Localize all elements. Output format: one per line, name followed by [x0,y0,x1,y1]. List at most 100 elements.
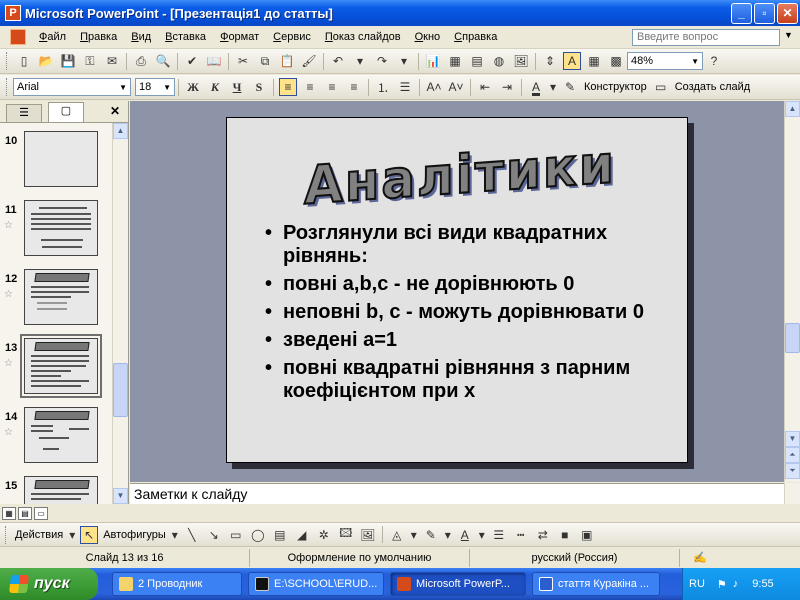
start-button[interactable]: пуск [0,568,98,600]
copy-icon[interactable]: ⧉ [256,52,274,70]
thumbnail-row[interactable]: 11 ☆ [0,200,112,258]
slide-thumbnail[interactable] [24,200,98,256]
shadow-style-icon[interactable]: ■ [556,526,574,544]
align-left-icon[interactable]: ≡ [279,78,297,96]
chevron-down-icon[interactable]: ▼ [163,83,171,92]
insert-diagram-icon[interactable]: ◍ [490,52,508,70]
scroll-thumb[interactable] [785,323,800,353]
slide-scrollbar[interactable]: ▲ ▼ ⏶ ⏷ [784,101,800,482]
shadow-button[interactable]: S [250,78,268,96]
previous-slide-icon[interactable]: ⏶ [785,447,800,463]
slide-thumbnail[interactable] [24,269,98,325]
insert-table-icon[interactable]: ▦ [446,52,464,70]
show-formatting-icon[interactable]: A [563,52,581,70]
cut-icon[interactable]: ✂ [234,52,252,70]
normal-view-icon[interactable]: ▦ [2,506,16,520]
network-icon[interactable]: ⚑ [717,578,727,591]
current-slide[interactable]: Аналітики Розглянули всі види квадратних… [226,117,688,463]
slide-sorter-view-icon[interactable]: ▤ [18,506,32,520]
thumbnail-row[interactable]: 10 [0,131,112,189]
redo-dropdown-icon[interactable]: ▾ [395,52,413,70]
oval-icon[interactable]: ◯ [249,526,267,544]
menu-edit[interactable]: Правка [73,29,124,45]
menu-window[interactable]: Окно [408,29,448,45]
redo-icon[interactable]: ↷ [373,52,391,70]
slide-thumbnail[interactable] [24,407,98,463]
wordart-icon[interactable]: ◢ [293,526,311,544]
arrow-icon[interactable]: ↘ [205,526,223,544]
chevron-down-icon[interactable]: ▾ [444,526,452,544]
bullets-icon[interactable]: ☰ [396,78,414,96]
font-color-icon[interactable]: A [527,78,545,96]
toolbar-grip[interactable] [5,525,8,544]
clipart-icon[interactable]: 🖾 [337,526,355,544]
language-indicator[interactable]: RU [689,578,705,590]
chevron-down-icon[interactable]: ▼ [691,57,699,66]
clock[interactable]: 9:55 [752,578,773,590]
scroll-thumb[interactable] [113,363,128,417]
taskbar-item-explorer[interactable]: 2 Проводник [112,572,242,596]
taskbar-item-powerpoint[interactable]: Microsoft PowerP... [390,572,526,596]
slide-thumbnail-selected[interactable] [20,334,102,398]
chevron-down-icon[interactable]: ▾ [171,526,179,544]
3d-style-icon[interactable]: ▣ [578,526,596,544]
next-slide-icon[interactable]: ⏷ [785,463,800,479]
designer-icon[interactable]: ✎ [561,78,579,96]
decrease-indent-icon[interactable]: ⇤ [476,78,494,96]
close-button[interactable]: ✕ [777,2,798,24]
title-bar[interactable]: P Microsoft PowerPoint - [Презентація1 д… [0,0,800,26]
scroll-up-icon[interactable]: ▲ [785,101,800,117]
menu-insert[interactable]: Вставка [158,29,213,45]
toolbar-grip[interactable] [6,78,9,96]
dash-style-icon[interactable]: ┅ [512,526,530,544]
slide-bullet-list[interactable]: Розглянули всі види квадратних рівнянь: … [265,222,675,408]
minimize-button[interactable]: _ [731,2,752,24]
menu-file[interactable]: Файл [32,29,73,45]
chevron-down-icon[interactable]: ▾ [410,526,418,544]
undo-dropdown-icon[interactable]: ▾ [351,52,369,70]
bold-button[interactable]: Ж [184,78,202,96]
new-document-icon[interactable]: ▯ [15,52,33,70]
line-icon[interactable]: ╲ [183,526,201,544]
align-right-icon[interactable]: ≡ [323,78,341,96]
increase-font-icon[interactable]: A˄ [425,78,443,96]
paste-icon[interactable]: 📋 [278,52,296,70]
line-style-icon[interactable]: ☰ [490,526,508,544]
slide-thumbnail[interactable] [24,131,98,187]
undo-icon[interactable]: ↶ [329,52,347,70]
powerpoint-app-icon[interactable]: P [5,5,21,21]
diagram-icon[interactable]: ✲ [315,526,333,544]
tab-slides[interactable]: ▢ [48,102,84,122]
print-icon[interactable]: ⎙ [132,52,150,70]
open-folder-icon[interactable]: 📂 [37,52,55,70]
numbering-icon[interactable]: ⒈ [374,78,392,96]
notes-input[interactable]: Заметки к слайду [130,483,784,504]
thumbnail-row[interactable]: 12 ☆ [0,269,112,327]
autoshapes-menu-button[interactable]: Автофигуры [103,529,166,541]
picture-icon[interactable]: 🖼 [359,526,377,544]
insert-picture-icon[interactable]: 🖼 [512,52,530,70]
expand-all-icon[interactable]: ⇕ [541,52,559,70]
select-pointer-icon[interactable]: ↖ [80,525,99,544]
permission-icon[interactable]: ⚿ [81,52,99,70]
chevron-down-icon[interactable]: ▼ [119,83,127,92]
thumbnail-row[interactable]: 15 [0,476,112,504]
show-grid-icon[interactable]: ▦ [585,52,603,70]
font-color-icon[interactable]: A [456,526,474,544]
format-painter-icon[interactable]: 🖌 [300,52,318,70]
thumbnail-row[interactable]: 14 ☆ [0,407,112,465]
new-slide-button[interactable]: Создать слайд [675,81,750,93]
justify-icon[interactable]: ≡ [345,78,363,96]
research-icon[interactable]: 📖 [205,52,223,70]
pane-close-icon[interactable]: ✕ [110,104,120,118]
toolbar-grip[interactable] [6,52,9,70]
textbox-icon[interactable]: ▤ [271,526,289,544]
insert-chart-icon[interactable]: 📊 [424,52,442,70]
scroll-down-icon[interactable]: ▼ [785,431,800,447]
align-center-icon[interactable]: ≡ [301,78,319,96]
menu-format[interactable]: Формат [213,29,266,45]
restore-button[interactable]: ▫ [754,2,775,24]
scroll-up-icon[interactable]: ▲ [113,123,128,139]
menu-view[interactable]: Вид [124,29,158,45]
menu-tools[interactable]: Сервис [266,29,318,45]
